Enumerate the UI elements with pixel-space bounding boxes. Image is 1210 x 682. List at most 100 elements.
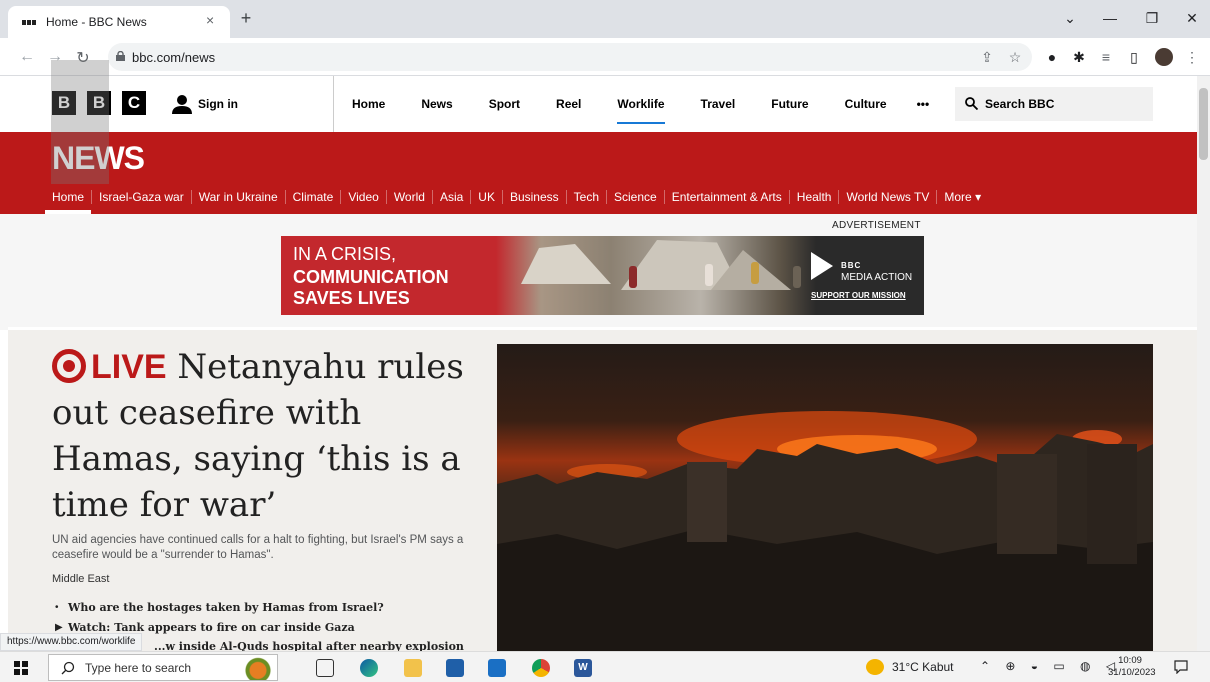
browser-tab-bar: Home - BBC News × + ⌄ — ❐ ✕ xyxy=(0,0,1210,38)
play-icon: ▶ xyxy=(55,622,63,633)
media-action-arrow-icon xyxy=(811,252,833,280)
search-icon xyxy=(965,97,978,110)
subnav-more[interactable]: More ▾ xyxy=(937,190,988,204)
bookmark-star-icon[interactable]: ☆ xyxy=(1007,49,1023,65)
subnav-tech[interactable]: Tech xyxy=(567,190,608,204)
subnav-asia[interactable]: Asia xyxy=(433,190,472,204)
microsoft-store-icon[interactable] xyxy=(446,659,464,677)
subnav-business[interactable]: Business xyxy=(503,190,567,204)
child-figure xyxy=(629,266,637,288)
restore-button[interactable]: ❐ xyxy=(1142,10,1162,27)
taskbar-search-placeholder: Type here to search xyxy=(85,661,192,675)
puzzle-extensions-icon[interactable]: ✱ xyxy=(1071,49,1087,65)
subnav-science[interactable]: Science xyxy=(607,190,665,204)
chrome-icon[interactable] xyxy=(532,659,550,677)
clock-date: 31/10/2023 xyxy=(1108,667,1156,678)
share-icon[interactable]: ⇪ xyxy=(979,49,995,65)
media-action-logo: BBC MEDIA ACTION xyxy=(841,261,913,283)
top-navigation: Home News Sport Reel Worklife Travel Fut… xyxy=(333,76,941,132)
news-sub-navigation: Home Israel-Gaza war War in Ukraine Clim… xyxy=(45,190,988,214)
nav-worklife[interactable]: Worklife xyxy=(599,76,682,132)
nav-future[interactable]: Future xyxy=(753,76,826,132)
search-label: Search BBC xyxy=(985,97,1055,111)
minimize-button[interactable]: — xyxy=(1100,10,1120,26)
clock-time: 10:09 xyxy=(1118,655,1142,666)
related-link[interactable]: Who are the hostages taken by Hamas from… xyxy=(68,601,384,614)
bbc-favicon-icon xyxy=(22,20,36,25)
subnav-climate[interactable]: Climate xyxy=(286,190,342,204)
weather-text[interactable]: 31°C Kabut xyxy=(892,660,954,674)
subnav-world-news-tv[interactable]: World News TV xyxy=(839,190,938,204)
search-box[interactable]: Search BBC xyxy=(955,87,1153,121)
reading-list-icon[interactable]: ≡ xyxy=(1098,49,1114,65)
weather-icon[interactable] xyxy=(866,659,884,675)
child-figure xyxy=(705,264,713,286)
nav-home[interactable]: Home xyxy=(334,76,403,132)
nav-travel[interactable]: Travel xyxy=(683,76,754,132)
subnav-war-in-ukraine[interactable]: War in Ukraine xyxy=(192,190,286,204)
bbc-logo-c[interactable]: C xyxy=(122,91,146,115)
back-arrow-icon[interactable]: ← xyxy=(18,48,36,66)
subnav-israel-gaza-war[interactable]: Israel-Gaza war xyxy=(92,190,192,204)
child-figure xyxy=(751,262,759,284)
windows-taskbar: Type here to search W 31°C Kabut ⌃ ⊕ ◒ ▭… xyxy=(0,651,1210,682)
subnav-video[interactable]: Video xyxy=(341,190,387,204)
gaza-night-skyline-image xyxy=(497,411,1153,651)
menu-kebab-icon[interactable]: ⋮ xyxy=(1184,49,1200,65)
taskbar-search-box[interactable]: Type here to search xyxy=(48,654,278,681)
nav-culture[interactable]: Culture xyxy=(827,76,905,132)
advertisement-label: ADVERTISEMENT xyxy=(832,220,921,231)
file-explorer-icon[interactable] xyxy=(404,659,422,677)
windows-start-icon[interactable] xyxy=(14,661,28,675)
sign-in-link[interactable]: Sign in xyxy=(172,94,238,114)
edge-browser-icon[interactable] xyxy=(360,659,378,677)
system-clock[interactable]: 10:09 31/10/2023 xyxy=(1108,655,1156,679)
story-summary: UN aid agencies have continued calls for… xyxy=(52,534,464,561)
subnav-entertainment-arts[interactable]: Entertainment & Arts xyxy=(665,190,790,204)
task-view-icon[interactable] xyxy=(316,659,334,677)
close-window-button[interactable]: ✕ xyxy=(1182,10,1202,27)
browser-tab[interactable]: Home - BBC News × xyxy=(8,6,230,38)
advertisement-banner[interactable]: IN A CRISIS, COMMUNICATION SAVES LIVES B… xyxy=(281,236,924,315)
headline-link[interactable]: LIVE Netanyahu rules out ceasefire with … xyxy=(52,344,492,528)
sign-in-label: Sign in xyxy=(198,97,238,111)
new-tab-button[interactable]: + xyxy=(236,8,256,29)
more-dots-icon[interactable]: ••• xyxy=(905,76,942,132)
close-tab-icon[interactable]: × xyxy=(206,12,214,28)
profile-avatar[interactable] xyxy=(1155,48,1173,66)
page-scrollbar[interactable] xyxy=(1197,76,1210,651)
live-label: LIVE xyxy=(91,348,167,386)
nav-reel[interactable]: Reel xyxy=(538,76,599,132)
bbc-header: B B C Sign in Home News Sport Reel Workl… xyxy=(0,76,1197,132)
notification-icon[interactable] xyxy=(1174,660,1188,674)
browser-toolbar: ← → ↻ bbc.com/news ⇪ ☆ ● ✱ ≡ ▯ ⋮ xyxy=(0,38,1210,76)
word-icon[interactable]: W xyxy=(574,659,592,677)
subnav-uk[interactable]: UK xyxy=(471,190,503,204)
section-tag-link[interactable]: Middle East xyxy=(52,573,109,585)
scrollbar-thumb[interactable] xyxy=(1199,88,1208,160)
search-icon xyxy=(61,661,75,675)
halloween-pumpkin-icon[interactable] xyxy=(241,656,275,680)
ad-headline-2: COMMUNICATION xyxy=(293,267,449,287)
subnav-home[interactable]: Home xyxy=(45,190,93,214)
tab-search-icon[interactable]: ⌄ xyxy=(1060,10,1080,27)
ad-headline-1: IN A CRISIS, xyxy=(293,244,397,264)
status-url-tooltip: https://www.bbc.com/worklife xyxy=(0,633,143,651)
system-tray-icons[interactable]: ⌃ ⊕ ◒ ▭ ◍ ◁ xyxy=(980,659,1121,673)
nav-news[interactable]: News xyxy=(403,76,470,132)
mail-icon[interactable] xyxy=(488,659,506,677)
subnav-world[interactable]: World xyxy=(387,190,433,204)
subnav-health[interactable]: Health xyxy=(790,190,840,204)
url-text: bbc.com/news xyxy=(132,50,216,65)
advertisement-area: ADVERTISEMENT IN A CRISIS, COMMUNICATION… xyxy=(0,214,1197,330)
side-panel-icon[interactable]: ▯ xyxy=(1126,49,1142,65)
extension-icon[interactable]: ● xyxy=(1044,49,1060,65)
tent-shape xyxy=(521,244,611,284)
address-bar[interactable]: bbc.com/news xyxy=(108,43,1032,71)
lock-icon xyxy=(116,51,125,61)
nav-sport[interactable]: Sport xyxy=(471,76,538,132)
top-story: LIVE Netanyahu rules out ceasefire with … xyxy=(8,330,1197,653)
child-figure xyxy=(793,266,801,288)
story-image[interactable] xyxy=(497,344,1153,651)
support-our-mission-link[interactable]: SUPPORT OUR MISSION xyxy=(811,291,906,300)
